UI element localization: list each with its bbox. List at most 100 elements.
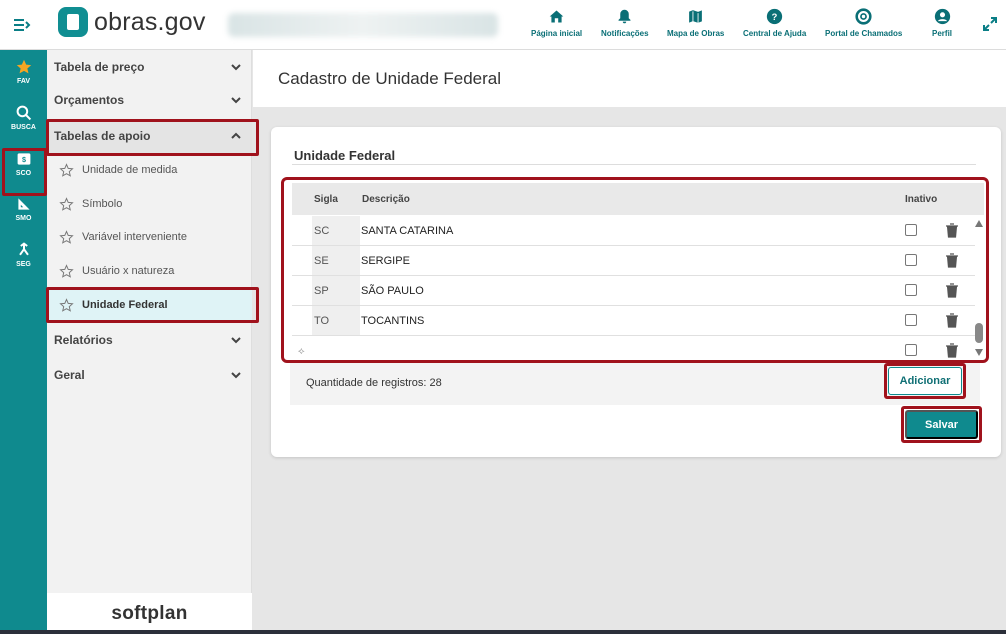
sidebar-group-price-table[interactable]: Tabela de preço (47, 50, 252, 84)
scroll-thumb[interactable] (975, 323, 983, 343)
ruler-icon (17, 198, 30, 210)
sidebar-item-intervening-variable[interactable]: Variável interveniente (47, 220, 252, 254)
menu-collapse-icon[interactable] (12, 15, 32, 35)
logo[interactable]: obras.gov (58, 7, 206, 37)
sidebar-item-symbol[interactable]: Símbolo (47, 187, 252, 221)
nav-help-label: Central de Ajuda (743, 29, 807, 38)
page-title: Cadastro de Unidade Federal (278, 69, 502, 88)
sidebar-group-general[interactable]: Geral (47, 358, 252, 392)
grid-footer: Quantidade de registros: 28 (290, 363, 980, 405)
sidebar-item-label: Variável interveniente (82, 231, 187, 243)
cell-sigla[interactable]: SP (312, 276, 360, 305)
trash-icon[interactable] (945, 253, 959, 268)
new-row-indicator: ⟡ (298, 346, 305, 357)
rail-seg-label: SEG (16, 261, 31, 268)
save-button[interactable]: Salvar (905, 410, 978, 439)
nav-map[interactable]: Mapa de Obras (667, 8, 724, 38)
cell-descricao[interactable]: SANTA CATARINA (361, 225, 453, 237)
table-row[interactable]: TO TOCANTINS (292, 306, 975, 336)
sidebar-item-label: Unidade de medida (82, 164, 178, 176)
rail-search-label: BUSCA (11, 124, 36, 131)
help-icon: ? (766, 8, 783, 25)
sidebar-group-budgets[interactable]: Orçamentos (47, 83, 252, 117)
table-row-new[interactable]: ⟡ (292, 336, 975, 360)
scroll-up-arrow-icon[interactable] (975, 220, 983, 227)
form-card: Unidade Federal Sigla Descrição Inativo … (271, 127, 1001, 457)
nav-home-label: Página inicial (531, 29, 583, 38)
top-bar: obras.gov Página inicial Notificações Ma… (0, 0, 1006, 50)
trash-icon[interactable] (945, 343, 959, 358)
logo-mark-icon (58, 7, 88, 37)
page-header: Cadastro de Unidade Federal (253, 50, 1006, 107)
star-outline-icon[interactable] (59, 229, 74, 245)
highlight-support-tables (46, 119, 259, 156)
divider (292, 164, 976, 165)
federal-unit-grid: Sigla Descrição Inativo SC SANTA CATARIN… (281, 177, 989, 363)
nav-notifications[interactable]: Notificações (601, 8, 649, 38)
grid-header: Sigla Descrição Inativo (292, 183, 984, 215)
cell-sigla[interactable]: SE (312, 246, 360, 275)
rail-smo-label: SMO (15, 215, 32, 222)
module-rail: FAV BUSCA $ SCO SMO SEG (0, 50, 47, 634)
nav-help[interactable]: ? Central de Ajuda (743, 8, 806, 38)
column-header-inativo[interactable]: Inativo (905, 194, 937, 205)
add-button[interactable]: Adicionar (888, 367, 962, 395)
nav-home[interactable]: Página inicial (531, 8, 582, 38)
nav-tickets[interactable]: Portal de Chamados (825, 8, 902, 38)
bottom-strip (0, 630, 1006, 634)
user-icon (934, 8, 950, 25)
sidebar-group-label: Tabela de preço (54, 60, 145, 74)
sidebar-item-label: Usuário x natureza (82, 265, 175, 277)
sidebar-item-unit-of-measure[interactable]: Unidade de medida (47, 153, 252, 187)
card-title: Unidade Federal (294, 148, 396, 163)
grid-scrollbar[interactable] (974, 216, 984, 360)
logo-text: obras.gov (94, 7, 206, 36)
cell-sigla[interactable]: TO (312, 306, 360, 335)
nav-profile-label: Perfil (932, 29, 953, 38)
cell-descricao[interactable]: SERGIPE (361, 255, 410, 267)
highlight-federal-unit (46, 287, 259, 323)
highlight-rail-sco (2, 148, 47, 196)
rail-smo[interactable]: SMO (0, 196, 47, 222)
expand-icon[interactable] (982, 16, 998, 32)
table-row[interactable]: SE SERGIPE (292, 246, 975, 276)
chevron-down-icon (231, 97, 241, 104)
inactive-checkbox[interactable] (905, 284, 917, 296)
rail-fav-label: FAV (16, 78, 31, 85)
star-outline-icon[interactable] (59, 196, 74, 212)
sidebar-group-label: Orçamentos (54, 93, 125, 107)
softplan-logo: softplan (47, 593, 252, 634)
cell-descricao[interactable]: TOCANTINS (361, 315, 424, 327)
scroll-down-arrow-icon[interactable] (975, 349, 983, 356)
column-header-descricao[interactable]: Descrição (362, 194, 410, 205)
column-header-sigla[interactable]: Sigla (314, 194, 338, 205)
rail-fav[interactable]: FAV (0, 59, 47, 85)
chevron-down-icon (231, 64, 241, 71)
trash-icon[interactable] (945, 283, 959, 298)
trash-icon[interactable] (945, 223, 959, 238)
nav-notifications-label: Notificações (601, 29, 649, 38)
merge-icon (18, 242, 29, 256)
cell-sigla[interactable]: SC (312, 216, 360, 245)
table-row[interactable]: SC SANTA CATARINA (292, 216, 975, 246)
sidebar-group-reports[interactable]: Relatórios (47, 323, 252, 357)
sidebar-item-label: Símbolo (82, 198, 123, 210)
nav-profile[interactable]: Perfil (932, 8, 952, 38)
nav-map-label: Mapa de Obras (667, 29, 725, 38)
sidebar-item-user-nature[interactable]: Usuário x natureza (47, 254, 252, 288)
search-icon (16, 105, 31, 121)
inactive-checkbox[interactable] (905, 314, 917, 326)
inactive-checkbox[interactable] (905, 254, 917, 266)
cell-descricao[interactable]: SÃO PAULO (361, 285, 424, 297)
inactive-checkbox[interactable] (905, 344, 917, 356)
inactive-checkbox[interactable] (905, 224, 917, 236)
rail-seg[interactable]: SEG (0, 242, 47, 268)
star-outline-icon[interactable] (59, 263, 74, 279)
nav-tickets-label: Portal de Chamados (825, 29, 903, 38)
svg-text:?: ? (772, 12, 778, 22)
environment-name-blurred (228, 13, 498, 37)
star-outline-icon[interactable] (59, 162, 74, 178)
table-row[interactable]: SP SÃO PAULO (292, 276, 975, 306)
trash-icon[interactable] (945, 313, 959, 328)
rail-search[interactable]: BUSCA (0, 105, 47, 131)
